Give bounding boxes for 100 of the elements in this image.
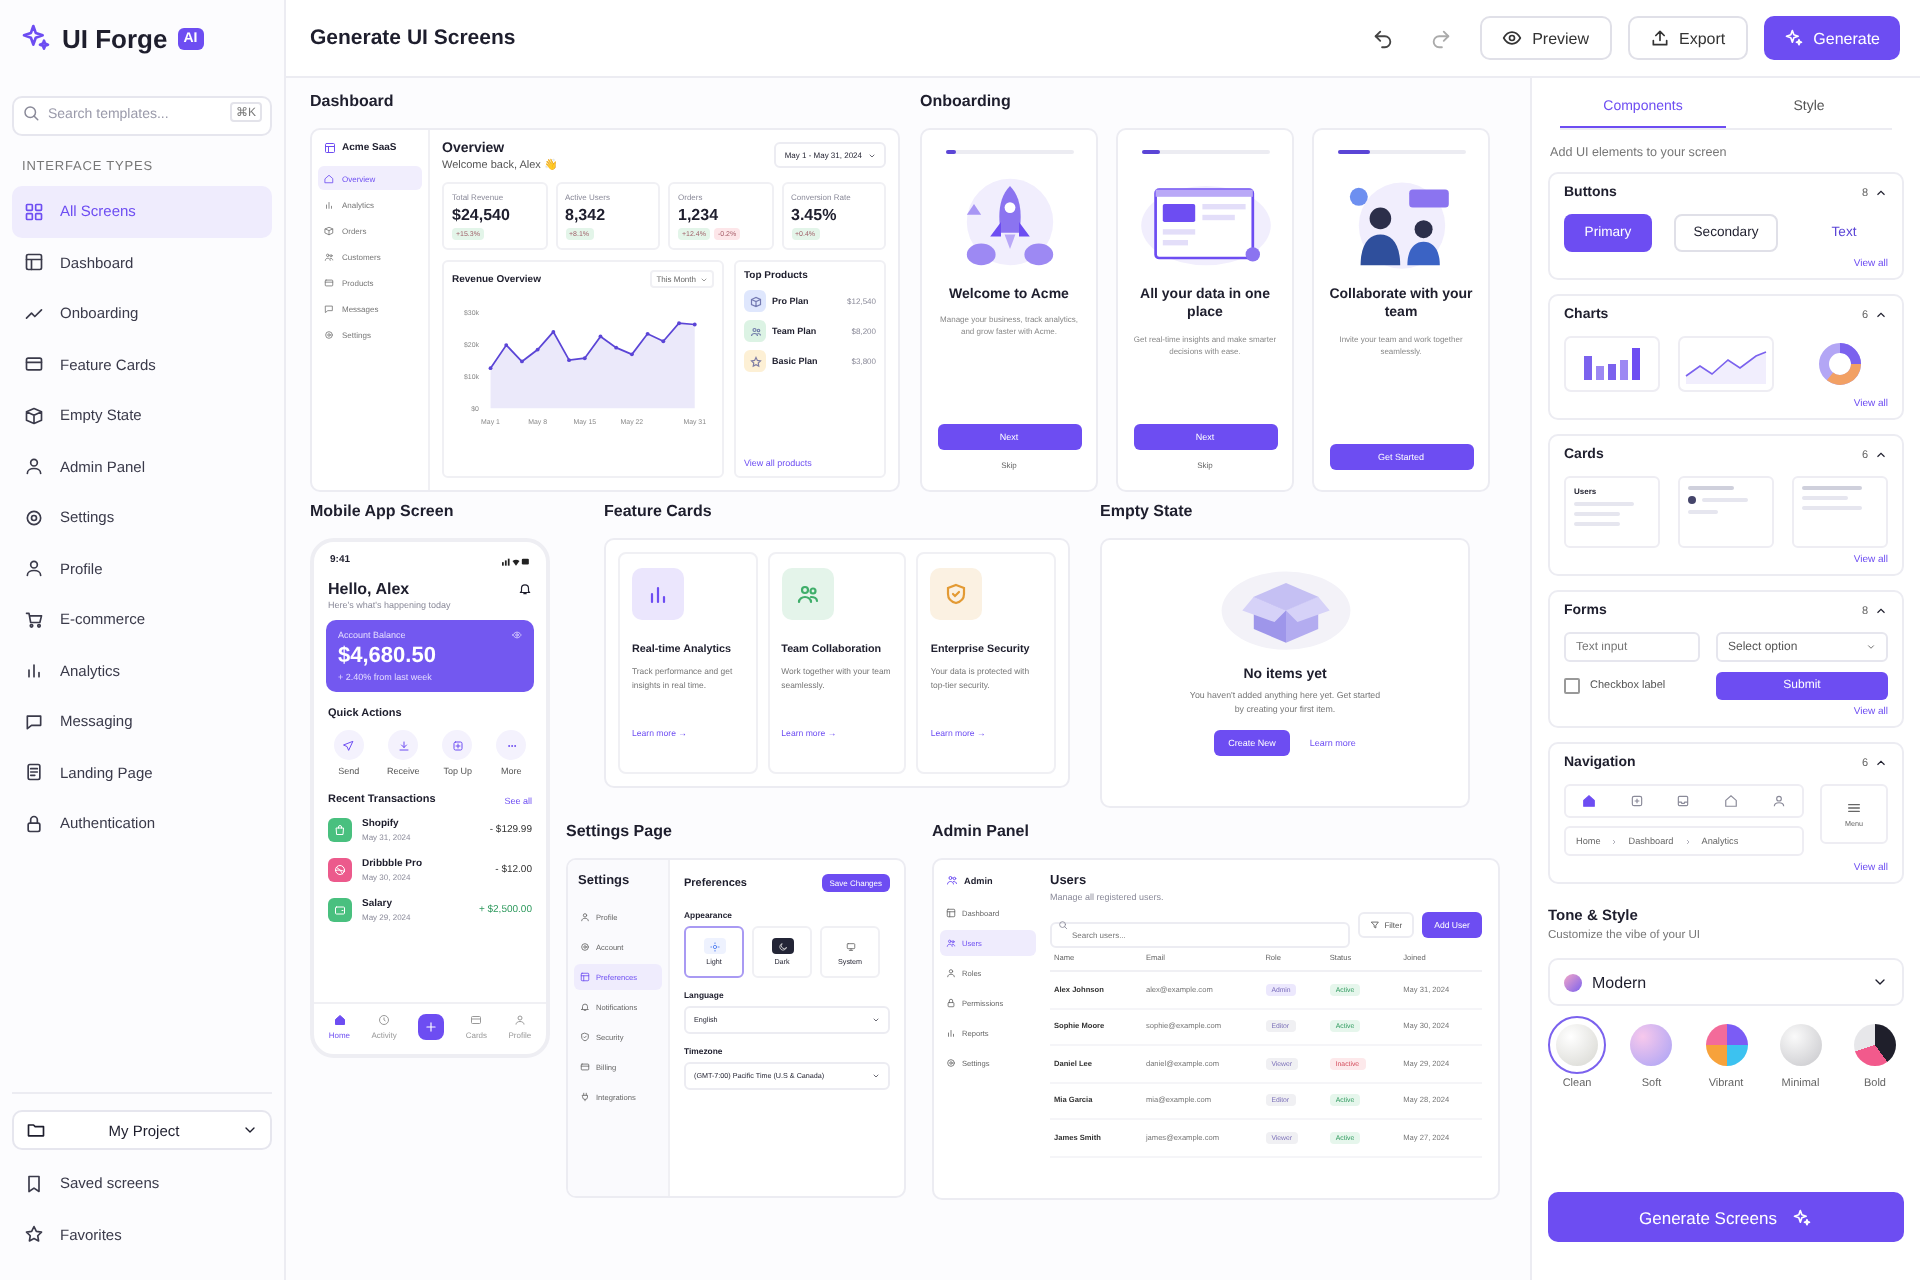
stat-value: 3.45% [791, 206, 839, 224]
bar-chart-icon [24, 660, 44, 681]
lock-icon [946, 998, 956, 1008]
page-title: Generate UI Screens [310, 26, 516, 50]
card-icon [324, 277, 334, 287]
bag-icon [334, 824, 346, 836]
chevron-up-icon[interactable] [1874, 756, 1888, 770]
chevron-up-icon[interactable] [1874, 186, 1888, 200]
card-icon [24, 354, 44, 375]
settings-icon [324, 329, 334, 339]
data-point [535, 347, 540, 352]
people-icon [946, 874, 958, 886]
chat-icon [24, 711, 44, 732]
user-icon [946, 968, 956, 978]
people-icon [946, 938, 956, 948]
chevron-up-icon[interactable] [1874, 604, 1888, 618]
plus-icon [424, 1020, 439, 1034]
ball-icon [334, 864, 346, 876]
settings-icon [946, 1058, 956, 1068]
card-thumbnail[interactable] [1792, 476, 1888, 548]
data-point [551, 329, 556, 334]
home-icon [324, 173, 334, 183]
chevron-down-icon [1872, 974, 1888, 990]
layout-icon [324, 142, 336, 154]
section-title: Dashboard [310, 92, 396, 112]
wallet-icon [334, 904, 346, 916]
sparkle-icon [1792, 1207, 1813, 1227]
sparkle-icon [20, 22, 52, 54]
box-icon [749, 295, 761, 307]
shield-icon [580, 1032, 590, 1042]
chevron-down-icon [1866, 642, 1876, 652]
sparkle-icon [1783, 28, 1804, 48]
card-thumbnail[interactable] [1678, 476, 1774, 548]
filter-icon [1370, 920, 1381, 930]
card-icon [470, 1014, 483, 1026]
bell-icon [580, 1002, 590, 1012]
user-icon [24, 456, 44, 477]
chevron-down-icon [242, 1122, 258, 1138]
section-title: Mobile App Screen [310, 502, 456, 522]
export-button[interactable]: Export [1627, 16, 1748, 60]
people-icon [749, 325, 761, 337]
tab-bar-thumbnail[interactable] [1564, 784, 1804, 818]
grid-icon [24, 201, 44, 222]
home-icon [333, 1014, 346, 1026]
bar-chart-thumbnail[interactable] [1564, 336, 1660, 392]
plus-square-icon [451, 739, 464, 751]
tone-select[interactable]: Modern [1548, 958, 1904, 1006]
moon-icon [777, 941, 787, 951]
eye-icon [512, 630, 522, 640]
card-icon [580, 1062, 590, 1072]
layout-icon [580, 972, 590, 982]
preview-button[interactable]: Preview [1480, 16, 1612, 60]
chevron-up-icon[interactable] [1874, 308, 1888, 322]
data-point [614, 345, 619, 350]
plug-icon [580, 1092, 590, 1102]
generate-screens-button[interactable]: Generate Screens [1548, 1192, 1904, 1242]
section-title: Admin Panel [932, 822, 1031, 842]
chat-icon [324, 303, 334, 313]
section-title: Onboarding [920, 92, 1013, 112]
generate-button[interactable]: Generate [1763, 16, 1900, 60]
user-icon [580, 912, 590, 922]
eye-icon [1502, 28, 1523, 48]
settings-icon [580, 942, 590, 952]
bell-icon[interactable] [518, 582, 532, 596]
layout-icon [946, 908, 956, 918]
bar-chart-icon [946, 1028, 956, 1038]
app-name: UI Forge [62, 23, 168, 53]
stat-value: 1,234 [678, 206, 721, 224]
section-title: Settings Page [566, 822, 674, 842]
data-point [488, 366, 493, 371]
balance-amount: $4,680.50 [338, 644, 438, 668]
data-point [582, 356, 587, 361]
data-point [645, 331, 650, 336]
stat-value: 8,342 [565, 206, 608, 224]
status-icons-drawing [502, 555, 530, 565]
section-title: Empty State [1100, 502, 1195, 522]
add-button[interactable] [418, 1014, 445, 1040]
monitor-icon [845, 941, 855, 951]
chevron-up-icon[interactable] [1874, 448, 1888, 462]
box-icon [24, 405, 44, 426]
layout-icon [24, 252, 44, 273]
cart-icon [24, 609, 44, 630]
section-title: Feature Cards [604, 502, 714, 522]
redo-icon [1430, 27, 1453, 49]
search-icon [1058, 920, 1068, 930]
page-icon [24, 762, 44, 783]
greeting: Hello, Alex [328, 580, 410, 598]
bookmark-icon [24, 1173, 44, 1194]
box-icon [324, 225, 334, 235]
star-icon [749, 355, 761, 367]
gradient-dot-icon [1564, 973, 1582, 991]
user-icon [513, 1014, 526, 1026]
star-icon [24, 1224, 44, 1245]
people-icon [324, 251, 334, 261]
download-icon [397, 739, 410, 751]
settings-icon [24, 507, 44, 528]
folder-icon [26, 1120, 46, 1140]
send-icon [342, 739, 355, 751]
line-chart-thumbnail[interactable] [1678, 336, 1774, 392]
sun-icon [709, 941, 719, 951]
